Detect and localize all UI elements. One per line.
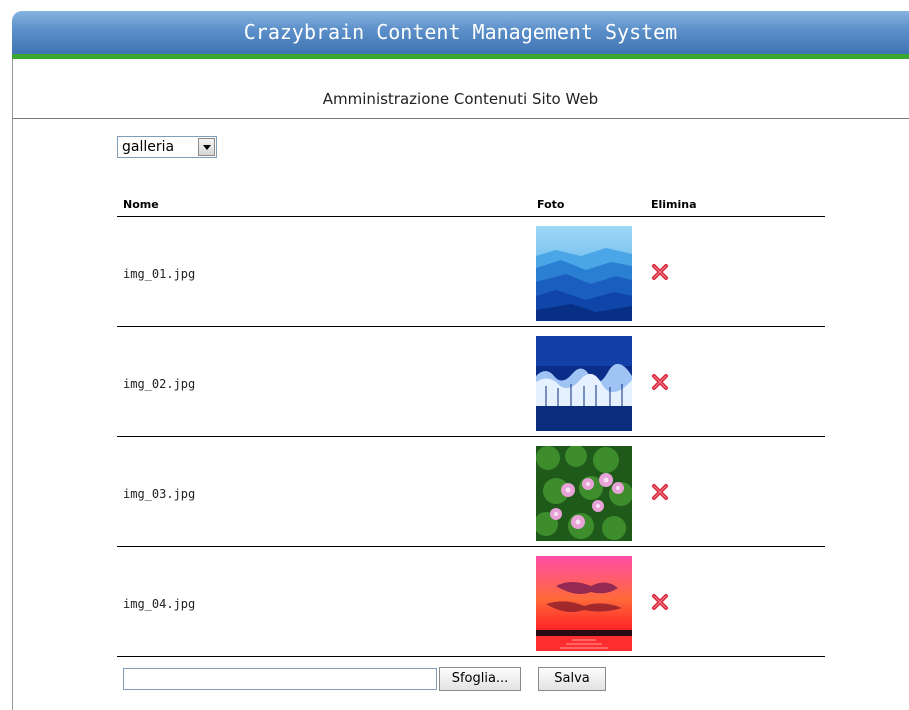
- frosted-forest-photo: [536, 336, 632, 431]
- table-row: img_01.jpg: [117, 217, 825, 327]
- app-title: Crazybrain Content Management System: [243, 20, 678, 44]
- file-path-input[interactable]: [123, 668, 437, 690]
- page-subtitle: Amministrazione Contenuti Sito Web: [322, 90, 599, 108]
- app-header: Crazybrain Content Management System: [12, 11, 909, 54]
- column-header-photo: Foto: [537, 198, 565, 211]
- header-accent-bar: [12, 54, 909, 59]
- file-name: img_03.jpg: [123, 487, 196, 501]
- table-row: img_02.jpg: [117, 327, 825, 437]
- file-name: img_04.jpg: [123, 597, 196, 611]
- table-row: img_03.jpg: [117, 437, 825, 547]
- delete-x-icon[interactable]: [650, 482, 670, 502]
- delete-x-icon[interactable]: [650, 592, 670, 612]
- delete-x-icon[interactable]: [650, 372, 670, 392]
- file-name: img_01.jpg: [123, 267, 196, 281]
- red-sunset-photo: [536, 556, 632, 651]
- section-select-value: galleria: [122, 139, 175, 155]
- dropdown-arrow-icon[interactable]: [198, 138, 215, 156]
- file-name: img_02.jpg: [123, 377, 196, 391]
- delete-x-icon[interactable]: [650, 262, 670, 282]
- left-border: [12, 59, 13, 710]
- blue-mountains-photo: [536, 226, 632, 321]
- row-divider: [117, 656, 825, 657]
- save-button[interactable]: Salva: [538, 667, 606, 691]
- pink-flowers-photo: [536, 446, 632, 541]
- subtitle-divider: [12, 118, 909, 119]
- browse-button[interactable]: Sfoglia...: [439, 667, 521, 691]
- table-row: img_04.jpg: [117, 547, 825, 657]
- section-select[interactable]: galleria: [117, 136, 217, 158]
- column-header-delete: Elimina: [651, 198, 697, 211]
- column-header-name: Nome: [123, 198, 159, 211]
